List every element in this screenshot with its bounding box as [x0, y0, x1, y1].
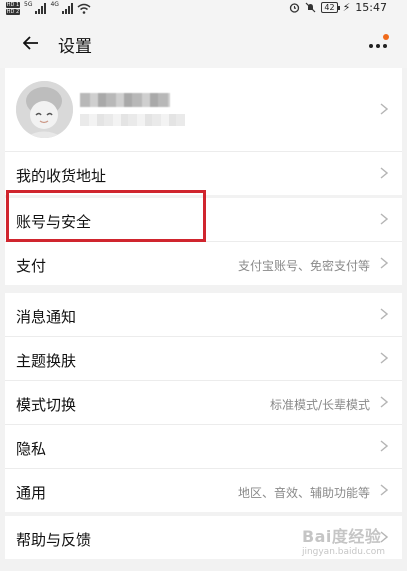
battery-level: 42: [321, 2, 340, 13]
row-theme[interactable]: 主题换肤: [5, 337, 402, 381]
back-button[interactable]: [18, 30, 44, 56]
chevron-right-icon: [380, 257, 388, 269]
row-hint: 标准模式/长辈模式: [269, 398, 370, 412]
signal2-icon: [61, 3, 73, 14]
row-hint: 支付宝账号、免密支付等: [237, 259, 370, 273]
row-label: 支付: [16, 257, 47, 275]
row-label: 消息通知: [16, 308, 77, 326]
row-label: 账号与安全: [16, 213, 92, 231]
row-label: 主题换肤: [16, 352, 77, 370]
settings-group-account: 我的收货地址: [5, 68, 402, 195]
charging-icon: ⚡: [342, 1, 351, 14]
watermark: Bai度经验 jingyan.baidu.com: [302, 523, 385, 557]
chevron-right-icon: [380, 308, 388, 320]
row-label: 隐私: [16, 440, 47, 458]
chevron-right-icon: [380, 396, 388, 408]
settings-group-security: 账号与安全 支付 支付宝账号、免密支付等: [5, 198, 402, 285]
chevron-right-icon: [380, 440, 388, 452]
more-icon: [369, 44, 387, 48]
alarm-icon: [290, 3, 300, 13]
status-left: HD 1 HD 2 5G 4G: [6, 1, 91, 15]
row-label: 我的收货地址: [16, 167, 107, 185]
clock: 15:47: [355, 1, 387, 14]
signal1-icon: [35, 3, 47, 14]
row-notifications[interactable]: 消息通知: [5, 293, 402, 337]
row-payment[interactable]: 支付 支付宝账号、免密支付等: [5, 242, 402, 285]
chevron-right-icon: [380, 213, 388, 225]
blurred-account-id: [80, 114, 185, 126]
net2-label: 4G: [50, 1, 59, 8]
page-title: 设置: [58, 37, 92, 57]
profile-row[interactable]: [5, 68, 402, 152]
chevron-right-icon: [380, 484, 388, 496]
watermark-text: Bai度经验: [301, 527, 382, 546]
row-account-security[interactable]: 账号与安全: [5, 198, 402, 242]
notification-dot: [383, 34, 389, 40]
sim1-label: HD 1: [6, 2, 20, 8]
net1-label: 5G: [24, 1, 33, 8]
row-hint: 地区、音效、辅助功能等: [237, 486, 370, 500]
row-mode-switch[interactable]: 模式切换 标准模式/长辈模式: [5, 381, 402, 425]
chevron-right-icon: [380, 167, 388, 179]
row-shipping-address[interactable]: 我的收货地址: [5, 152, 402, 195]
chevron-right-icon: [380, 103, 388, 115]
row-general[interactable]: 通用 地区、音效、辅助功能等: [5, 469, 402, 512]
more-button[interactable]: [367, 32, 393, 54]
sim-indicators: HD 1 HD 2: [6, 2, 20, 15]
nav-bar: 设置: [0, 18, 407, 68]
chevron-right-icon: [380, 352, 388, 364]
row-label: 模式切换: [16, 396, 77, 414]
row-privacy[interactable]: 隐私: [5, 425, 402, 469]
row-label: 帮助与反馈: [16, 531, 92, 549]
status-right: 42 ⚡ 15:47: [289, 1, 387, 14]
status-bar: HD 1 HD 2 5G 4G 42 ⚡ 15:47: [0, 0, 407, 18]
avatar: [16, 81, 73, 138]
wifi-icon: [77, 3, 91, 14]
back-arrow-icon: [23, 36, 38, 50]
sim2-label: HD 2: [6, 9, 20, 15]
row-label: 通用: [16, 484, 47, 502]
watermark-sub: jingyan.baidu.com: [301, 547, 385, 557]
blurred-username: [80, 93, 170, 107]
settings-group-general: 消息通知 主题换肤 模式切换 标准模式/长辈模式 隐私 通用 地区、音效、辅助功…: [5, 293, 402, 512]
mute-icon: [305, 2, 316, 13]
